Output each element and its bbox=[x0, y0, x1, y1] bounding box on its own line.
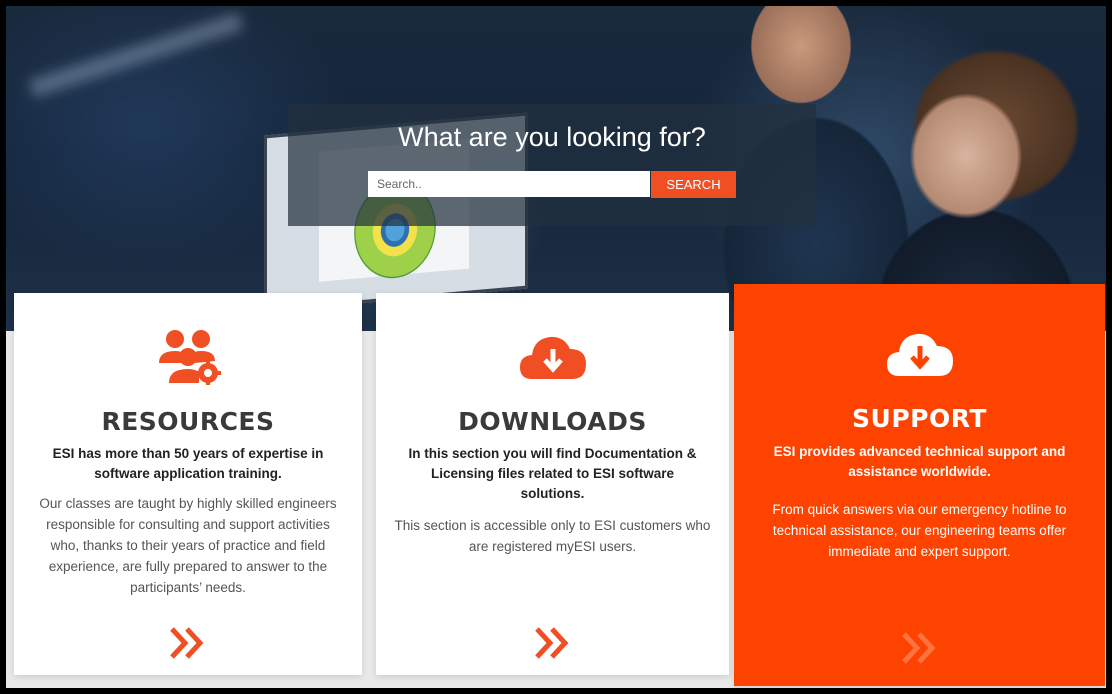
support-lead: ESI provides advanced technical support … bbox=[773, 444, 1066, 479]
downloads-lead: In this section you will find Documentat… bbox=[408, 446, 697, 501]
users-gear-icon bbox=[155, 327, 221, 390]
search-panel: What are you looking for? SEARCH bbox=[288, 104, 816, 226]
double-chevron-right-icon[interactable] bbox=[534, 627, 571, 664]
search-button[interactable]: SEARCH bbox=[651, 171, 736, 198]
support-card[interactable]: SUPPORT ESI provides advanced technical … bbox=[734, 284, 1105, 686]
support-body: From quick answers via our emergency hot… bbox=[772, 502, 1067, 559]
resources-lead: ESI has more than 50 years of expertise … bbox=[52, 446, 324, 481]
hero-banner: What are you looking for? SEARCH bbox=[6, 6, 1106, 331]
resources-body: Our classes are taught by highly skilled… bbox=[39, 496, 337, 595]
downloads-body: This section is accessible only to ESI c… bbox=[394, 518, 711, 554]
cloud-download-icon bbox=[518, 331, 588, 386]
ceiling-light bbox=[28, 12, 244, 98]
page-frame: What are you looking for? SEARCH bbox=[6, 6, 1106, 688]
resources-title: RESOURCES bbox=[101, 407, 275, 436]
double-chevron-right-icon[interactable] bbox=[170, 627, 206, 664]
cloud-download-icon bbox=[885, 328, 955, 383]
double-chevron-right-icon[interactable] bbox=[901, 632, 938, 669]
support-title: SUPPORT bbox=[852, 404, 987, 433]
downloads-title: DOWNLOADS bbox=[458, 407, 647, 436]
downloads-card[interactable]: DOWNLOADS In this section you will find … bbox=[376, 293, 729, 675]
resources-card[interactable]: RESOURCES ESI has more than 50 years of … bbox=[14, 293, 362, 675]
search-input[interactable] bbox=[368, 171, 650, 197]
search-heading: What are you looking for? bbox=[398, 122, 706, 152]
